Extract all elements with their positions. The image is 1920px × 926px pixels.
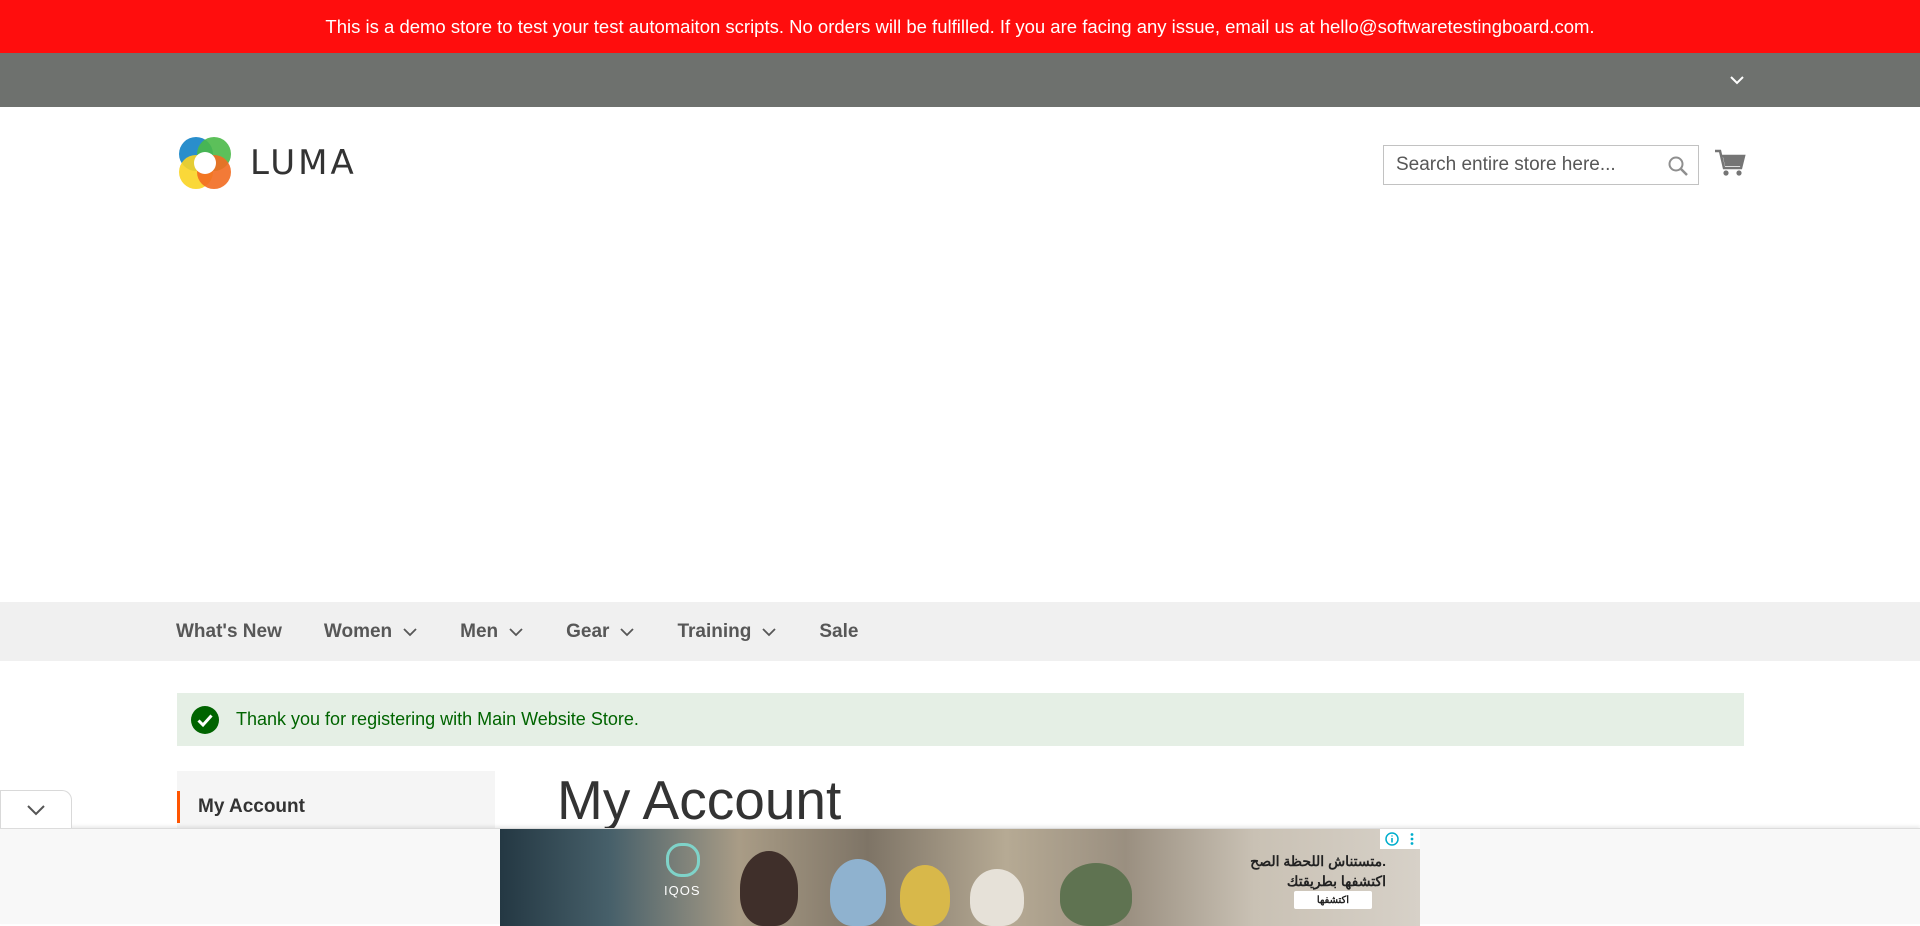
sidebar-item-label: My Account: [198, 796, 305, 817]
nav-item-what-s-new[interactable]: What's New: [176, 621, 282, 643]
chevron-down-icon[interactable]: [1724, 69, 1750, 91]
search-icon[interactable]: [1666, 154, 1690, 178]
ad-person-image: [740, 851, 798, 926]
luma-logo-icon: [179, 137, 231, 189]
nav-item-gear[interactable]: Gear: [566, 621, 635, 643]
demo-notice-text: This is a demo store to test your test a…: [325, 15, 1595, 37]
ad-banner[interactable]: IQOS متستناش اللحظة الصح. اكتشفها بطريقت…: [500, 829, 1420, 926]
page-title: My Account: [557, 769, 842, 831]
account-sidebar: My Account: [177, 771, 495, 831]
nav-item-training[interactable]: Training: [677, 621, 777, 643]
nav-item-women[interactable]: Women: [324, 621, 418, 643]
nav-menu: What's New Women Men Gear Training Sale: [176, 602, 900, 661]
nav-item-label: What's New: [176, 620, 282, 642]
ad-headline-line: اكتشفها بطريقتك: [1286, 873, 1386, 889]
search-box: [1383, 145, 1699, 185]
nav-item-men[interactable]: Men: [460, 621, 524, 643]
ad-brand: IQOS: [664, 883, 701, 898]
info-icon[interactable]: [1385, 832, 1399, 846]
ad-headline: متستناش اللحظة الصح. اكتشفها بطريقتك: [1176, 851, 1386, 891]
main-navigation: What's New Women Men Gear Training Sale: [0, 602, 1920, 661]
logo-text: LUMA: [250, 143, 357, 183]
success-message-text: Thank you for registering with Main Webs…: [236, 709, 639, 729]
nav-item-label: Sale: [819, 620, 859, 642]
checkmark-circle-icon: [191, 705, 219, 734]
success-message: Thank you for registering with Main Webs…: [177, 693, 1744, 746]
ad-person-image: [1060, 863, 1132, 926]
shopping-cart-icon[interactable]: [1714, 148, 1746, 178]
nav-item-label: Men: [460, 620, 499, 642]
ad-collapse-button[interactable]: [0, 790, 72, 828]
ad-person-image: [970, 869, 1024, 926]
chevron-down-icon: [27, 804, 45, 815]
sidebar-item-my-account[interactable]: My Account: [177, 791, 495, 823]
nav-item-label: Gear: [566, 620, 610, 642]
store-logo[interactable]: LUMA: [176, 133, 357, 193]
ad-info-controls: [1380, 829, 1420, 849]
ad-headline-line: متستناش اللحظة الصح.: [1250, 853, 1386, 869]
more-options-icon[interactable]: [1409, 832, 1415, 846]
ad-person-image: [900, 865, 950, 926]
search-input[interactable]: [1384, 146, 1678, 184]
iqos-logo-icon: [666, 843, 700, 877]
chevron-down-icon: [620, 627, 635, 636]
demo-notice-bar: This is a demo store to test your test a…: [0, 0, 1920, 53]
nav-item-label: Training: [677, 620, 752, 642]
chevron-down-icon: [762, 627, 776, 636]
header-panel: [0, 53, 1920, 107]
nav-item-sale[interactable]: Sale: [819, 621, 858, 643]
ad-cta-button[interactable]: اكتشفها: [1294, 891, 1372, 909]
ad-person-image: [830, 859, 886, 926]
chevron-down-icon: [403, 627, 417, 636]
chevron-down-icon: [509, 627, 523, 636]
nav-item-label: Women: [323, 620, 393, 642]
